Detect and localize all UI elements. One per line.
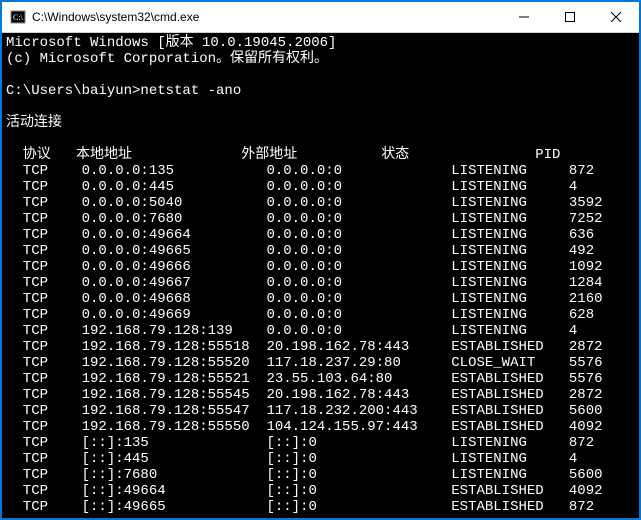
titlebar[interactable]: C:\ C:\Windows\system32\cmd.exe [2, 2, 639, 33]
maximize-button[interactable] [547, 2, 593, 32]
minimize-button[interactable] [501, 2, 547, 32]
cmd-icon: C:\ [10, 9, 26, 25]
cmd-window: C:\ C:\Windows\system32\cmd.exe Microsof… [2, 2, 639, 518]
window-controls [501, 2, 639, 32]
svg-text:C:\: C:\ [13, 13, 24, 22]
close-button[interactable] [593, 2, 639, 32]
window-title: C:\Windows\system32\cmd.exe [32, 10, 501, 24]
terminal-output[interactable]: Microsoft Windows [版本 10.0.19045.2006] (… [2, 33, 639, 518]
